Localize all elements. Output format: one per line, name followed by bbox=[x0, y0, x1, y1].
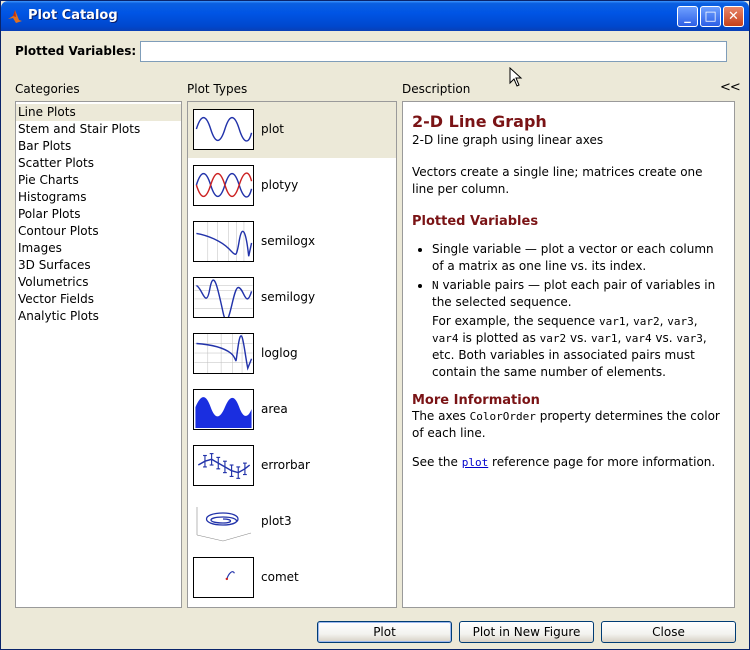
description-title: 2-D Line Graph bbox=[412, 112, 547, 131]
category-item[interactable]: Analytic Plots bbox=[16, 308, 181, 325]
plot-type-label: area bbox=[261, 402, 288, 416]
plot-type-item[interactable]: semilogx bbox=[188, 214, 396, 270]
plot-type-item[interactable]: comet bbox=[188, 550, 396, 606]
maximize-button[interactable]: □ bbox=[700, 6, 721, 27]
loglog-thumbnail-icon bbox=[193, 333, 254, 374]
plot-type-label: plot3 bbox=[261, 514, 292, 528]
errorbar-thumbnail-icon bbox=[193, 445, 254, 486]
category-item[interactable]: Vector Fields bbox=[16, 291, 181, 308]
plot3-thumbnail-icon bbox=[193, 501, 254, 542]
category-item[interactable]: Bar Plots bbox=[16, 138, 181, 155]
minimize-button[interactable]: _ bbox=[677, 6, 698, 27]
description-header: Description bbox=[402, 82, 471, 96]
bullet-single-variable: Single variable — plot a vector or each … bbox=[432, 241, 724, 275]
category-item[interactable]: Volumetrics bbox=[16, 274, 181, 291]
area-thumbnail-icon bbox=[193, 389, 254, 430]
plot-button[interactable]: Plot bbox=[317, 621, 452, 643]
categories-header: Categories bbox=[15, 82, 80, 96]
semilogx-thumbnail-icon bbox=[193, 221, 254, 262]
plot-in-new-figure-button[interactable]: Plot in New Figure bbox=[459, 621, 594, 643]
plot-type-label: loglog bbox=[261, 346, 298, 360]
description-paragraph: Vectors create a single line; matrices c… bbox=[412, 165, 703, 196]
window-title: Plot Catalog bbox=[28, 8, 118, 23]
plotted-variables-list: Single variable — plot a vector or each … bbox=[412, 241, 724, 381]
plot-type-label: errorbar bbox=[261, 458, 310, 472]
category-item[interactable]: Pie Charts bbox=[16, 172, 181, 189]
plot-type-item[interactable]: semilogy bbox=[188, 270, 396, 326]
category-item[interactable]: Images bbox=[16, 240, 181, 257]
plotted-variables-label: Plotted Variables: bbox=[15, 44, 137, 58]
semilogy-thumbnail-icon bbox=[193, 277, 254, 318]
plot-type-label: semilogx bbox=[261, 234, 316, 248]
close-button[interactable]: Close bbox=[601, 621, 736, 643]
plot-type-item[interactable]: errorbar bbox=[188, 438, 396, 494]
plot-type-item[interactable]: loglog bbox=[188, 326, 396, 382]
collapse-description-button[interactable]: << bbox=[720, 80, 741, 95]
matlab-logo-icon bbox=[8, 10, 22, 23]
plot-type-item[interactable]: plotyy bbox=[188, 158, 396, 214]
category-item[interactable]: Histograms bbox=[16, 189, 181, 206]
plot-thumbnail-icon bbox=[193, 109, 254, 150]
category-item[interactable]: Stem and Stair Plots bbox=[16, 121, 181, 138]
plot-type-label: plot bbox=[261, 122, 284, 136]
plotted-variables-input[interactable] bbox=[140, 41, 727, 62]
close-window-button[interactable]: ✕ bbox=[723, 6, 744, 27]
reference-text: See the plot reference page for more inf… bbox=[412, 455, 716, 469]
plot-type-item[interactable]: plot bbox=[188, 102, 396, 158]
category-item[interactable]: Scatter Plots bbox=[16, 155, 181, 172]
comet-thumbnail-icon bbox=[193, 557, 254, 598]
plot-type-item[interactable]: area bbox=[188, 382, 396, 438]
category-item[interactable]: 3D Surfaces bbox=[16, 257, 181, 274]
bullet-variable-pairs: N variable pairs — plot each pair of var… bbox=[432, 277, 724, 381]
description-panel: 2-D Line Graph 2-D line graph using line… bbox=[402, 101, 735, 608]
more-information-heading: More Information bbox=[412, 393, 540, 408]
category-item[interactable]: Polar Plots bbox=[16, 206, 181, 223]
description-subtitle: 2-D line graph using linear axes bbox=[412, 133, 604, 147]
plot-type-label: semilogy bbox=[261, 290, 316, 304]
plot-type-item[interactable]: plot3 bbox=[188, 494, 396, 550]
plot-reference-link[interactable]: plot bbox=[462, 456, 489, 469]
title-bar[interactable]: Plot Catalog _ □ ✕ bbox=[1, 1, 749, 31]
color-order-text: The axes ColorOrder property determines … bbox=[412, 409, 720, 440]
plot-type-label: plotyy bbox=[261, 178, 299, 192]
plotted-variables-heading: Plotted Variables bbox=[412, 214, 539, 229]
plot-catalog-window: Plot Catalog _ □ ✕ Plotted Variables: Ca… bbox=[0, 0, 750, 650]
plotyy-thumbnail-icon bbox=[193, 165, 254, 206]
categories-list[interactable]: Line Plots Stem and Stair Plots Bar Plot… bbox=[15, 101, 182, 608]
plot-type-label: comet bbox=[261, 570, 299, 584]
category-item[interactable]: Line Plots bbox=[16, 104, 181, 121]
mouse-pointer-icon bbox=[509, 67, 523, 87]
plot-types-header: Plot Types bbox=[187, 82, 248, 96]
plot-types-list[interactable]: plot plotyy semilogx semilogy loglog are… bbox=[187, 101, 397, 608]
category-item[interactable]: Contour Plots bbox=[16, 223, 181, 240]
